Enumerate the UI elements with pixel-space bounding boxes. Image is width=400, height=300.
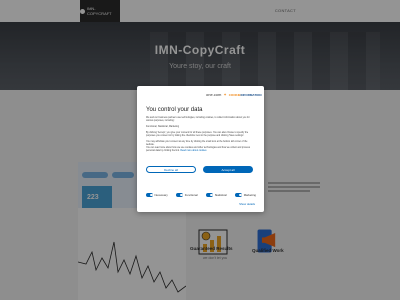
consent-title: You control your data	[146, 107, 203, 113]
toggle-marketing[interactable]: Marketing	[235, 193, 256, 197]
toggle-label: Marketing	[243, 193, 256, 197]
consent-details-text: You can read more about how we use cooki…	[146, 147, 250, 152]
toggle-switch[interactable]	[235, 193, 243, 197]
toggle-switch[interactable]	[176, 193, 184, 197]
toggle-necessary[interactable]: Necessary	[146, 193, 168, 197]
toggle-switch[interactable]	[146, 193, 153, 197]
consent-purposes: Functional, Statistical, Marketing	[146, 126, 180, 128]
toggle-label: Functional	[184, 193, 198, 197]
toggle-statistical[interactable]: Statistical	[206, 193, 227, 197]
consent-body: By clicking 'Accept', you give your cons…	[146, 132, 249, 137]
consent-logo: one.com ✦ COOKIEINFORMATION	[206, 92, 262, 97]
toggle-switch[interactable]	[206, 193, 214, 197]
toggle-functional[interactable]: Functional	[176, 193, 198, 197]
accept-all-button[interactable]: Accept all	[203, 166, 253, 173]
show-details-link[interactable]: Show details	[239, 202, 255, 206]
logo-separator-icon: ✦	[223, 92, 227, 97]
cookie-consent-dialog: one.com ✦ COOKIEINFORMATION You control …	[137, 86, 264, 212]
consent-toggles: Necessary Functional Statistical Marketi…	[146, 193, 256, 197]
consent-intro: We and our business partners use technol…	[146, 117, 250, 122]
toggle-label: Statistical	[214, 193, 227, 197]
decline-all-button[interactable]: Decline all	[146, 166, 196, 173]
onecom-logo: one.com	[206, 92, 222, 97]
read-more-link[interactable]: Read more about cookies	[180, 150, 206, 152]
toggle-label: Necessary	[154, 193, 168, 197]
cookie-information-logo: COOKIEINFORMATION	[228, 92, 262, 97]
